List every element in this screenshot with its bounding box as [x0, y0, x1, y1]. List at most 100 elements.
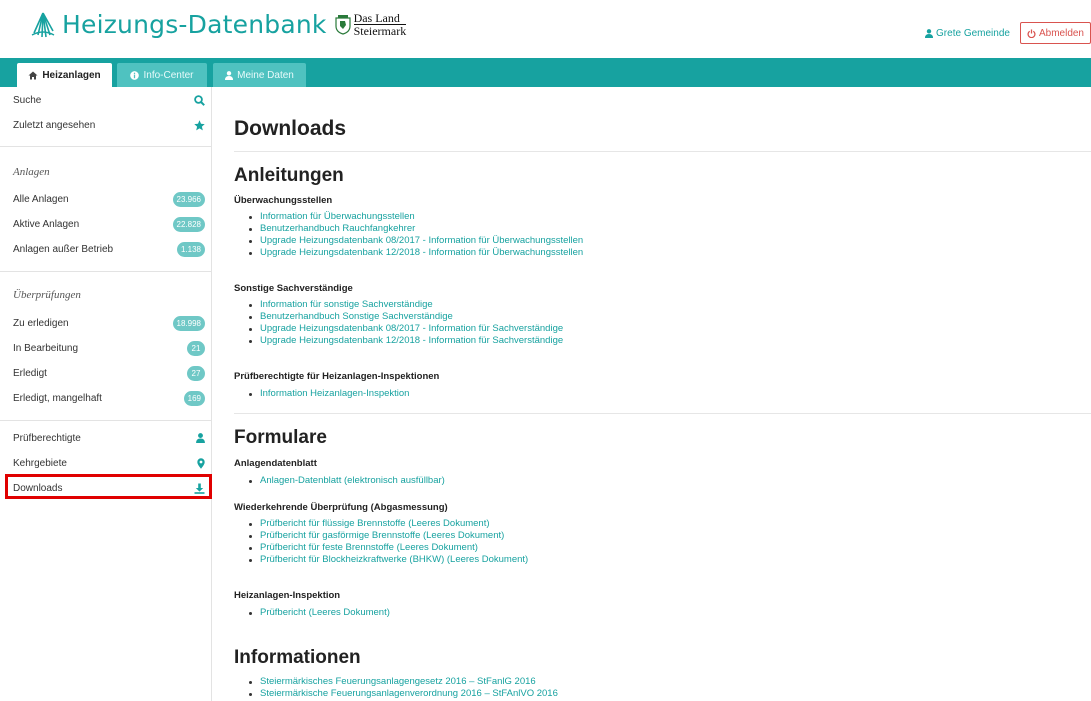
sidebar-item-label: Aktive Anlagen: [13, 218, 80, 230]
sidebar-item-recent[interactable]: Zuletzt angesehen: [0, 113, 212, 137]
link-list: Information Heizanlagen-Inspektion: [246, 388, 409, 400]
group-title: Wiederkehrende Überprüfung (Abgasmessung…: [234, 502, 448, 513]
download-link[interactable]: Information Heizanlagen-Inspektion: [246, 388, 409, 400]
sidebar-item-in-bearbeitung[interactable]: In Bearbeitung 21: [0, 336, 212, 360]
sidebar-item-label: Anlagen außer Betrieb: [13, 243, 114, 255]
sidebar-item-label: Alle Anlagen: [13, 193, 69, 205]
land-line2: Steiermark: [353, 24, 407, 38]
count-badge: 27: [187, 365, 205, 381]
power-icon: [1027, 28, 1036, 38]
sidebar-item-kehrgebiete[interactable]: Kehrgebiete: [0, 451, 212, 475]
count-badge: 22.828: [172, 216, 205, 232]
download-link[interactable]: Upgrade Heizungsdatenbank 08/2017 - Info…: [246, 323, 563, 335]
tab-heizanlagen[interactable]: Heizanlagen: [17, 63, 112, 87]
sidebar-item-label: Erledigt, mangelhaft: [13, 392, 102, 404]
group-title: Anlagendatenblatt: [234, 458, 317, 469]
link-list: Information für sonstige Sachverständige…: [246, 299, 563, 347]
download-link[interactable]: Upgrade Heizungsdatenbank 12/2018 - Info…: [246, 247, 583, 259]
section-divider: [234, 413, 1091, 414]
sidebar-divider: [0, 146, 212, 147]
sidebar: Suche Zuletzt angesehen Anlagen Alle Anl…: [0, 87, 212, 701]
download-link[interactable]: Prüfbericht für feste Brennstoffe (Leere…: [246, 542, 528, 554]
link-list: Steiermärkisches Feuerungsanlagengesetz …: [246, 676, 558, 700]
section-title-informationen: Informationen: [234, 647, 361, 668]
main-tab-bar: Heizanlagen Info-Center Meine Daten: [0, 58, 1091, 87]
logout-button[interactable]: Abmelden: [1019, 22, 1091, 44]
count-badge: 169: [183, 390, 205, 406]
title-divider: [234, 151, 1091, 152]
group-title: Heizanlagen-Inspektion: [234, 590, 341, 601]
download-link[interactable]: Prüfbericht für flüssige Brennstoffe (Le…: [246, 518, 528, 530]
download-link[interactable]: Information für sonstige Sachverständige: [246, 299, 563, 311]
sidebar-item-erledigt-mangelhaft[interactable]: Erledigt, mangelhaft 169: [0, 386, 212, 410]
page-title: Downloads: [234, 117, 347, 140]
user-icon: [925, 28, 934, 38]
download-link[interactable]: Information für Überwachungsstellen: [246, 211, 583, 223]
tab-info-center-label: Info-Center: [143, 69, 194, 81]
sidebar-item-aktive-anlagen[interactable]: Aktive Anlagen 22.828: [0, 212, 212, 236]
highlight-box: [5, 474, 212, 499]
tab-info-center[interactable]: Info-Center: [117, 63, 207, 87]
sidebar-item-zu-erledigen[interactable]: Zu erledigen 18.998: [0, 311, 212, 335]
sidebar-item-erledigt[interactable]: Erledigt 27: [0, 361, 212, 385]
download-link[interactable]: Prüfbericht (Leeres Dokument): [246, 607, 390, 619]
count-badge: 23.966: [172, 191, 205, 207]
download-link[interactable]: Benutzerhandbuch Sonstige Sachverständig…: [246, 311, 563, 323]
link-list: Prüfbericht für flüssige Brennstoffe (Le…: [246, 518, 528, 566]
link-list: Anlagen-Datenblatt (elektronisch ausfüll…: [246, 475, 445, 487]
download-link[interactable]: Prüfbericht für Blockheizkraftwerke (BHK…: [246, 554, 528, 566]
user-icon: [225, 70, 234, 80]
user-icon: [196, 433, 205, 443]
tab-heizanlagen-label: Heizanlagen: [42, 69, 101, 81]
download-link[interactable]: Upgrade Heizungsdatenbank 08/2017 - Info…: [246, 235, 583, 247]
count-badge: 1.138: [176, 241, 205, 257]
link-list: Prüfbericht (Leeres Dokument): [246, 607, 390, 619]
app-logo[interactable]: Heizungs-Datenbank Das Land Steiermark: [30, 10, 407, 39]
sidebar-item-label: Erledigt: [13, 367, 47, 379]
group-title: Prüfberechtigte für Heizanlagen-Inspekti…: [234, 371, 440, 382]
home-icon: [28, 71, 38, 79]
logout-label: Abmelden: [1038, 27, 1084, 39]
count-badge: 18.998: [172, 315, 205, 331]
crest-icon: [334, 14, 351, 35]
sidebar-item-alle-anlagen[interactable]: Alle Anlagen 23.966: [0, 187, 212, 211]
download-link[interactable]: Prüfbericht für gasförmige Brennstoffe (…: [246, 530, 528, 542]
app-header: Heizungs-Datenbank Das Land Steiermark G…: [0, 0, 1091, 58]
download-link[interactable]: Steiermärkisches Feuerungsanlagengesetz …: [246, 676, 558, 688]
sidebar-item-label: Kehrgebiete: [13, 457, 67, 469]
count-badge: 21: [187, 340, 205, 356]
land-line1: Das Land: [353, 11, 400, 25]
app-title: Heizungs-Datenbank: [62, 10, 327, 39]
sidebar-heading-ueberpruefungen: Überprüfungen: [13, 289, 81, 301]
link-list: Information für Überwachungsstellen Benu…: [246, 211, 583, 259]
download-link[interactable]: Anlagen-Datenblatt (elektronisch ausfüll…: [246, 475, 445, 487]
sidebar-item-label: Suche: [13, 94, 42, 106]
sidebar-item-label: Zuletzt angesehen: [13, 119, 96, 131]
info-icon: [130, 70, 140, 80]
sidebar-item-anlagen-ausser-betrieb[interactable]: Anlagen außer Betrieb 1.138: [0, 237, 212, 261]
tab-meine-daten-label: Meine Daten: [237, 69, 294, 81]
map-marker-icon: [197, 457, 205, 469]
sidebar-item-label: Zu erledigen: [13, 317, 69, 329]
download-link[interactable]: Benutzerhandbuch Rauchfangkehrer: [246, 223, 583, 235]
user-name: Grete Gemeinde: [936, 27, 1010, 39]
star-icon: [194, 119, 205, 130]
sidebar-divider: [0, 420, 212, 421]
steiermark-logo: Das Land Steiermark: [334, 11, 407, 38]
section-title-anleitungen: Anleitungen: [234, 165, 344, 186]
search-icon: [194, 94, 205, 106]
download-link[interactable]: Upgrade Heizungsdatenbank 12/2018 - Info…: [246, 335, 563, 347]
sidebar-divider: [0, 271, 212, 272]
sidebar-item-label: In Bearbeitung: [13, 342, 79, 354]
group-title: Überwachungsstellen: [234, 195, 333, 206]
user-profile-link[interactable]: Grete Gemeinde: [925, 28, 1010, 39]
download-link[interactable]: Steiermärkische Feuerungsanlagenverordnu…: [246, 688, 558, 700]
sidebar-item-search[interactable]: Suche: [0, 88, 212, 112]
section-title-formulare: Formulare: [234, 427, 327, 448]
sidebar-item-pruefberechtigte[interactable]: Prüfberechtigte: [0, 426, 212, 450]
group-title: Sonstige Sachverständige: [234, 283, 353, 294]
tab-meine-daten[interactable]: Meine Daten: [213, 63, 306, 87]
panther-logo-icon: [31, 12, 55, 37]
sidebar-heading-anlagen: Anlagen: [13, 166, 50, 178]
sidebar-item-label: Prüfberechtigte: [13, 432, 81, 444]
